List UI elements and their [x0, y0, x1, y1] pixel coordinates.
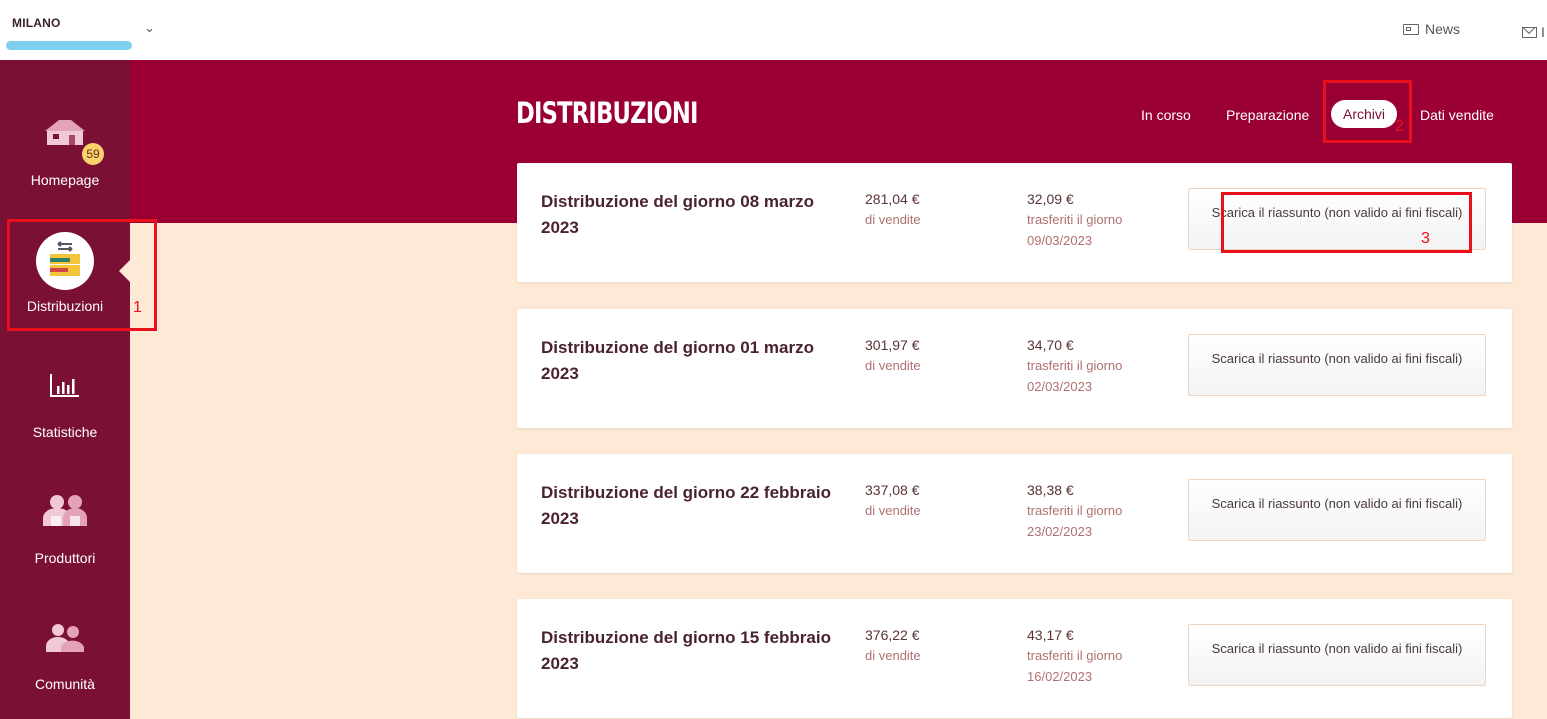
annotation-number-1: 1	[133, 299, 142, 316]
transferred-label: trasferiti il giorno	[1027, 503, 1123, 518]
sidebar: Homepage Distribuzioni Statistiche 59 Pr…	[0, 60, 130, 719]
sales-label: di vendite	[865, 212, 921, 227]
sales-amount: 281,04 €	[865, 191, 920, 207]
news-label: News	[1425, 21, 1461, 37]
transferred-amount: 38,38 €	[1027, 482, 1074, 498]
tab-dati-vendite[interactable]: Dati vendite	[1420, 104, 1494, 126]
news-link[interactable]: News	[1403, 21, 1460, 37]
distribution-title: Distribuzione del giorno 22 febbraio 202…	[541, 483, 831, 528]
mail-icon	[1522, 26, 1537, 38]
annotation-number-3: 3	[1421, 230, 1430, 247]
newspaper-icon	[1403, 23, 1419, 35]
download-summary-button[interactable]: Scarica il riassunto (non valido ai fini…	[1188, 479, 1486, 541]
messages-label: I	[1541, 24, 1545, 40]
bar-chart-icon	[50, 374, 79, 397]
download-summary-button[interactable]: Scarica il riassunto (non valido ai fini…	[1188, 334, 1486, 396]
community-icon	[46, 624, 84, 652]
producers-badge: 59	[82, 143, 104, 165]
tab-preparazione[interactable]: Preparazione	[1226, 104, 1309, 126]
transferred-amount: 34,70 €	[1027, 337, 1074, 353]
download-summary-button[interactable]: Scarica il riassunto (non valido ai fini…	[1188, 624, 1486, 686]
sales-amount: 301,97 €	[865, 337, 920, 353]
distribution-card: Distribuzione del giorno 22 febbraio 202…	[517, 454, 1512, 573]
transferred-date: 02/03/2023	[1027, 379, 1093, 394]
sales-label: di vendite	[865, 358, 921, 373]
sales-amount: 337,08 €	[865, 482, 920, 498]
sidebar-item-comunita[interactable]: Comunità	[0, 564, 130, 692]
transferred-date: 23/02/2023	[1027, 524, 1093, 539]
distribution-card: Distribuzione del giorno 15 febbraio 202…	[517, 599, 1512, 718]
transferred-date: 09/03/2023	[1027, 233, 1093, 248]
sales-label: di vendite	[865, 503, 921, 518]
transferred-amount: 32,09 €	[1027, 191, 1074, 207]
transferred-label: trasferiti il giorno	[1027, 212, 1123, 227]
house-icon	[45, 120, 85, 145]
top-bar: MILANO ⌄ News I	[0, 0, 1547, 60]
sidebar-item-produttori[interactable]: 59 Produttori	[0, 143, 130, 566]
distribution-card: Distribuzione del giorno 01 marzo 2023 3…	[517, 309, 1512, 428]
transferred-label: trasferiti il giorno	[1027, 358, 1123, 373]
producers-icon	[43, 495, 87, 526]
annotation-number-2: 2	[1395, 118, 1404, 135]
tab-in-corso[interactable]: In corso	[1141, 104, 1191, 126]
sales-amount: 376,22 €	[865, 627, 920, 643]
city-highlight	[6, 41, 132, 50]
distribution-title: Distribuzione del giorno 08 marzo 2023	[541, 192, 814, 237]
annotation-box-3	[1221, 192, 1472, 253]
messages-link[interactable]: I	[1522, 24, 1545, 40]
distribution-title: Distribuzione del giorno 15 febbraio 202…	[541, 628, 831, 673]
sidebar-item-homepage[interactable]: Homepage	[0, 60, 130, 188]
sidebar-item-label: Comunità	[35, 676, 95, 692]
transferred-date: 16/02/2023	[1027, 669, 1093, 684]
city-name[interactable]: MILANO	[12, 16, 61, 30]
distribution-title: Distribuzione del giorno 01 marzo 2023	[541, 338, 814, 383]
transferred-amount: 43,17 €	[1027, 627, 1074, 643]
chevron-down-icon[interactable]: ⌄	[144, 20, 155, 36]
sales-label: di vendite	[865, 648, 921, 663]
page-title: DISTRIBUZIONI	[516, 96, 698, 130]
transferred-label: trasferiti il giorno	[1027, 648, 1123, 663]
